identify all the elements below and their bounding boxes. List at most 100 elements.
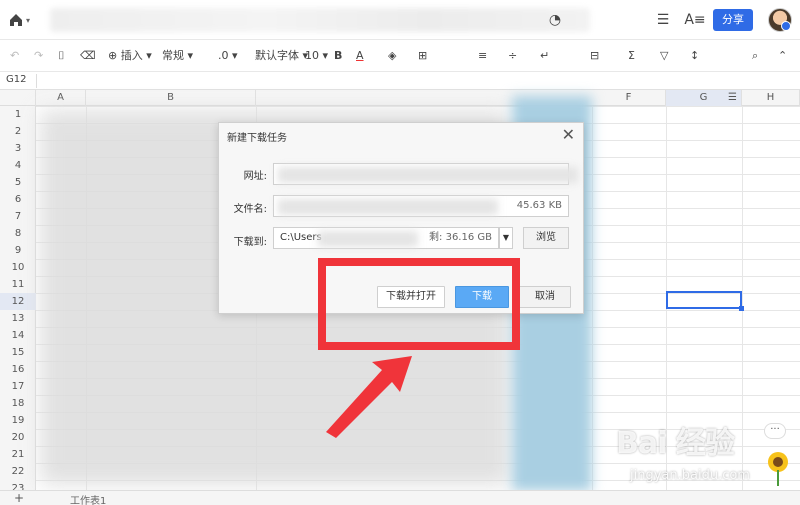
saveto-label: 下载到: (233, 237, 267, 248)
insert-label: 插入 (120, 49, 143, 62)
row-header[interactable]: 14 (0, 327, 36, 344)
row-header[interactable]: 5 (0, 174, 36, 191)
search-icon[interactable]: ⌕ (752, 48, 758, 64)
row-header[interactable]: 19 (0, 412, 36, 429)
column-header-row: A B F G ☰ H (0, 90, 800, 106)
column-header[interactable]: B (86, 90, 256, 106)
row-header[interactable]: 18 (0, 395, 36, 412)
row-header[interactable]: 12 (0, 293, 36, 310)
row-header[interactable]: 20 (0, 429, 36, 446)
sheet-tab[interactable]: 工作表1 (70, 492, 106, 505)
sum-button[interactable]: Σ (628, 48, 635, 64)
insert-button[interactable]: ⊕ 插入 ▾ (108, 48, 152, 64)
filename-value-blurred (278, 199, 498, 215)
filename-label: 文件名: (233, 204, 267, 215)
row-header[interactable]: 15 (0, 344, 36, 361)
font-size-label: 10 (305, 49, 319, 62)
url-label: 网址: (243, 171, 267, 182)
share-button[interactable]: 分享 (713, 9, 753, 31)
font-name-select[interactable]: 默认字体 ▾ (255, 48, 308, 64)
row-header[interactable]: 11 (0, 276, 36, 293)
filename-field[interactable]: 45.63 KB (273, 195, 569, 217)
undo-icon[interactable]: ↶ (10, 48, 19, 64)
file-size: 45.63 KB (516, 200, 562, 211)
row-header[interactable]: 21 (0, 446, 36, 463)
fill-handle[interactable] (739, 306, 744, 311)
merge-icon[interactable]: ⊟ (590, 48, 599, 64)
border-icon[interactable]: ⊞ (418, 48, 427, 64)
save-path-value: C:\Users (280, 232, 322, 243)
number-format-select[interactable]: 常规 ▾ (162, 48, 193, 64)
history-icon[interactable]: ◔ (546, 11, 564, 29)
highlight-annotation-box (318, 258, 520, 350)
browse-button[interactable]: 浏览 (523, 227, 569, 249)
column-header[interactable]: A (36, 90, 86, 106)
select-all-corner[interactable] (0, 90, 36, 106)
font-icon[interactable]: A≡ (684, 11, 706, 29)
cancel-button[interactable]: 取消 (519, 286, 571, 308)
font-color-button[interactable]: A (356, 48, 364, 64)
save-path-field[interactable]: C:\Users 剩: 36.16 GB (273, 227, 499, 249)
row-header[interactable]: 2 (0, 123, 36, 140)
chevron-down-icon: ▼ (502, 233, 510, 242)
decimal-label: .0 (218, 49, 229, 62)
selected-cell[interactable] (666, 291, 742, 309)
chevron-down-icon: ▾ (26, 15, 31, 25)
free-space: 剩: 36.16 GB (429, 232, 492, 243)
document-title-blurred (50, 8, 590, 32)
column-header[interactable]: G ☰ (666, 90, 742, 106)
home-button[interactable]: ▾ (8, 10, 36, 30)
close-icon[interactable]: ✕ (562, 125, 575, 144)
decimal-button[interactable]: .0 ▾ (218, 48, 238, 64)
sort-button[interactable]: ↕ (690, 48, 699, 64)
row-header[interactable]: 17 (0, 378, 36, 395)
formula-bar: G12 (0, 72, 800, 90)
path-dropdown-button[interactable]: ▼ (499, 227, 513, 249)
column-header-label: G (699, 92, 708, 103)
save-path-blurred (318, 231, 418, 247)
font-size-select[interactable]: 10 ▾ (305, 48, 328, 64)
row-header[interactable]: 1 (0, 106, 36, 123)
row-header[interactable]: 22 (0, 463, 36, 480)
url-value-blurred (278, 167, 578, 183)
row-header[interactable]: 4 (0, 157, 36, 174)
eraser-icon[interactable]: ⌫ (80, 48, 96, 64)
add-sheet-button[interactable]: + (14, 491, 24, 505)
watermark-url: jingyan.baidu.com (630, 468, 750, 483)
column-header[interactable]: H (742, 90, 800, 106)
number-format-label: 常规 (162, 49, 184, 62)
dialog-title: 新建下载任务 (227, 133, 287, 144)
watermark-logo: Bai 经验 (616, 426, 735, 461)
row-header[interactable]: 7 (0, 208, 36, 225)
row-header[interactable]: 3 (0, 140, 36, 157)
menu-icon[interactable]: ☰ (654, 11, 672, 29)
row-header-column: 1 2 3 4 5 6 7 8 9 10 11 12 13 14 15 16 1… (0, 106, 36, 494)
column-header[interactable]: F (592, 90, 666, 106)
formula-divider (36, 74, 37, 88)
sunflower-icon (768, 452, 788, 486)
url-field[interactable] (273, 163, 578, 185)
bold-button[interactable]: B (334, 48, 342, 64)
cell-reference[interactable]: G12 (6, 74, 26, 85)
column-menu-icon[interactable]: ☰ (728, 90, 737, 106)
format-painter-icon[interactable]: ⌷ (58, 48, 65, 64)
row-header[interactable]: 16 (0, 361, 36, 378)
font-name-label: 默认字体 (255, 49, 299, 62)
fill-color-icon[interactable]: ◈ (388, 48, 396, 64)
vertical-align-icon[interactable]: ÷ (508, 48, 517, 64)
redo-icon[interactable]: ↷ (34, 48, 43, 64)
avatar-badge-icon (781, 21, 791, 31)
annotation-arrow-icon (326, 356, 412, 438)
home-icon (10, 14, 22, 26)
toolbar: ↶ ↷ ⌷ ⌫ ⊕ 插入 ▾ 常规 ▾ .0 ▾ 默认字体 ▾ 10 ▾ B A… (0, 40, 800, 72)
row-header[interactable]: 6 (0, 191, 36, 208)
filter-button[interactable]: ▽ (660, 48, 668, 64)
collapse-icon[interactable]: ⌃ (778, 48, 787, 64)
wrap-icon[interactable]: ↵ (540, 48, 549, 64)
title-bar: ▾ ◔ ☰ A≡ 分享 (0, 0, 800, 40)
row-header[interactable]: 9 (0, 242, 36, 259)
row-header[interactable]: 13 (0, 310, 36, 327)
align-icon[interactable]: ≡ (478, 48, 487, 64)
row-header[interactable]: 8 (0, 225, 36, 242)
row-header[interactable]: 10 (0, 259, 36, 276)
